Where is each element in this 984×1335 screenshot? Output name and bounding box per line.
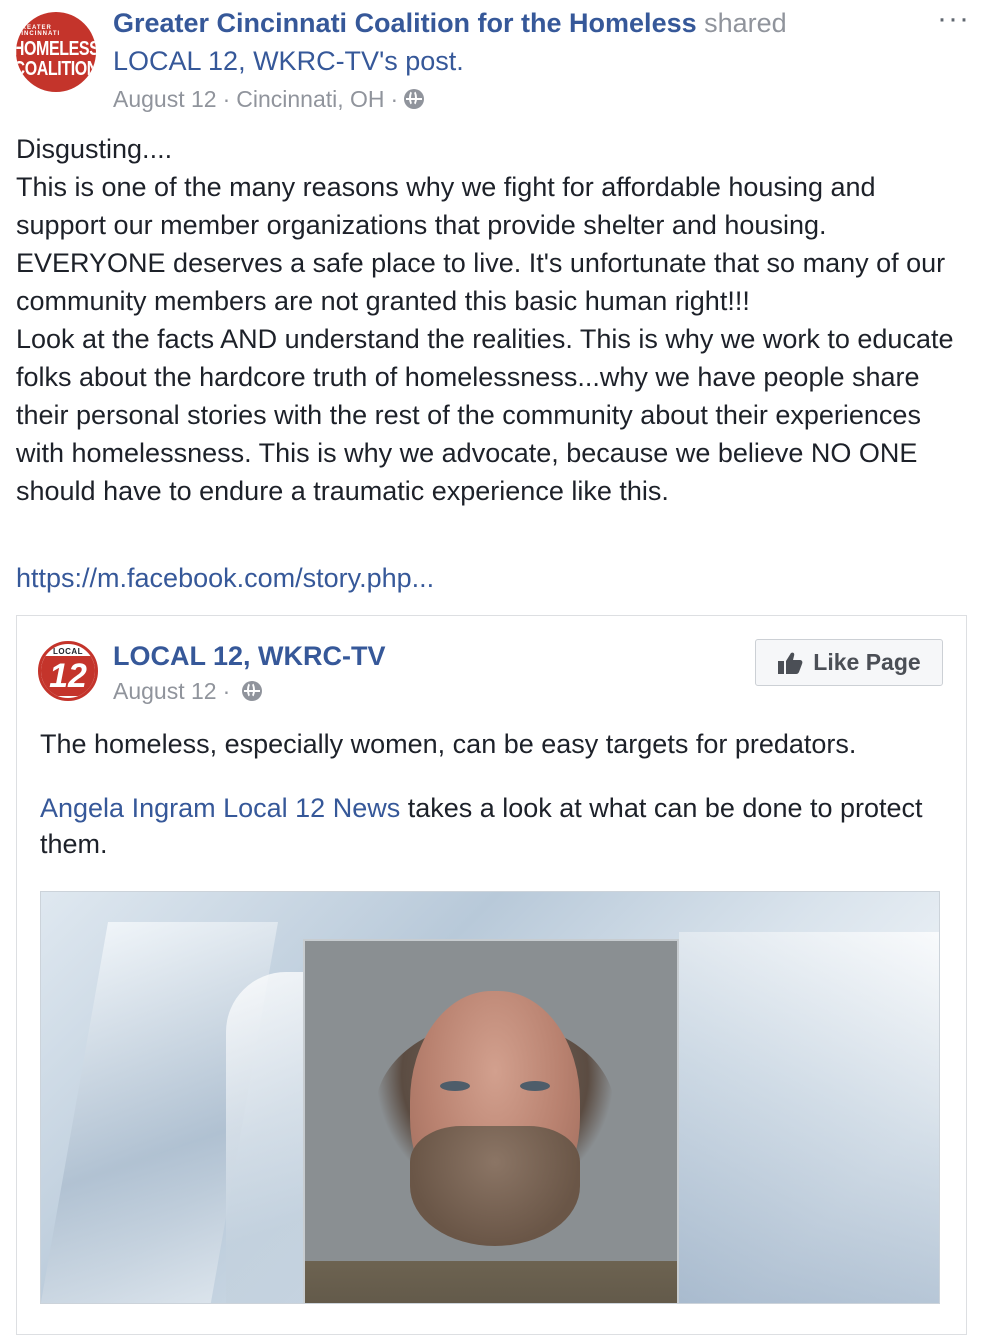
- local12-avatar[interactable]: LOCAL 12: [38, 641, 98, 701]
- video-thumbnail[interactable]: [40, 891, 940, 1304]
- avatar-local-number: 12: [41, 656, 95, 696]
- meta-separator: ·: [222, 86, 231, 112]
- shared-post-text-2: Angela Ingram Local 12 News takes a look…: [40, 790, 940, 862]
- photo-beard: [410, 1126, 580, 1246]
- shared-page-name[interactable]: LOCAL 12, WKRC-TV: [113, 640, 386, 672]
- shared-post-link[interactable]: 's post.: [379, 46, 464, 76]
- meta-separator-2: ·: [390, 86, 399, 112]
- background-shape: [679, 932, 939, 1303]
- like-page-button[interactable]: Like Page: [755, 639, 943, 686]
- avatar-text-bottom: COALITION: [16, 58, 96, 80]
- post-date[interactable]: August 12: [113, 86, 217, 112]
- mugshot-photo: [303, 939, 679, 1303]
- avatar-text-mid: HOMELESS: [16, 38, 96, 60]
- globe-icon[interactable]: [242, 681, 263, 701]
- shared-word: shared: [704, 8, 787, 38]
- post-text: Disgusting.... This is one of the many r…: [16, 134, 954, 506]
- org-name-link[interactable]: Greater Cincinnati Coalition for the Hom…: [113, 8, 697, 38]
- photo-eye: [440, 1081, 470, 1091]
- mention-link[interactable]: Angela Ingram Local 12 News: [40, 793, 400, 823]
- shared-page-link[interactable]: LOCAL 12, WKRC-TV: [113, 46, 379, 76]
- shared-post-date[interactable]: August 12: [113, 678, 217, 704]
- post-header-line1: Greater Cincinnati Coalition for the Hom…: [113, 8, 787, 38]
- photo-eye: [520, 1081, 550, 1091]
- post-link[interactable]: https://m.facebook.com/story.php...: [16, 561, 434, 595]
- thumbs-up-icon: [778, 652, 803, 674]
- shared-post-text: The homeless, especially women, can be e…: [40, 729, 857, 759]
- globe-icon[interactable]: [404, 89, 425, 109]
- avatar-local-text: LOCAL: [52, 647, 84, 656]
- more-options-icon[interactable]: ···: [937, 2, 970, 36]
- shared-post-meta: August 12 ·: [113, 678, 263, 704]
- avatar-text-top: GREATER CINCINNATI: [16, 25, 61, 37]
- shared-meta-separator: ·: [222, 678, 231, 704]
- like-page-label: Like Page: [813, 649, 921, 675]
- photo-shirt: [305, 1261, 677, 1303]
- post-meta: August 12 · Cincinnati, OH ·: [113, 86, 425, 112]
- post-location[interactable]: Cincinnati, OH: [236, 86, 384, 112]
- post-header-line2: LOCAL 12, WKRC-TV's post.: [113, 46, 464, 76]
- org-avatar[interactable]: GREATER CINCINNATI HOMELESS COALITION: [16, 12, 96, 92]
